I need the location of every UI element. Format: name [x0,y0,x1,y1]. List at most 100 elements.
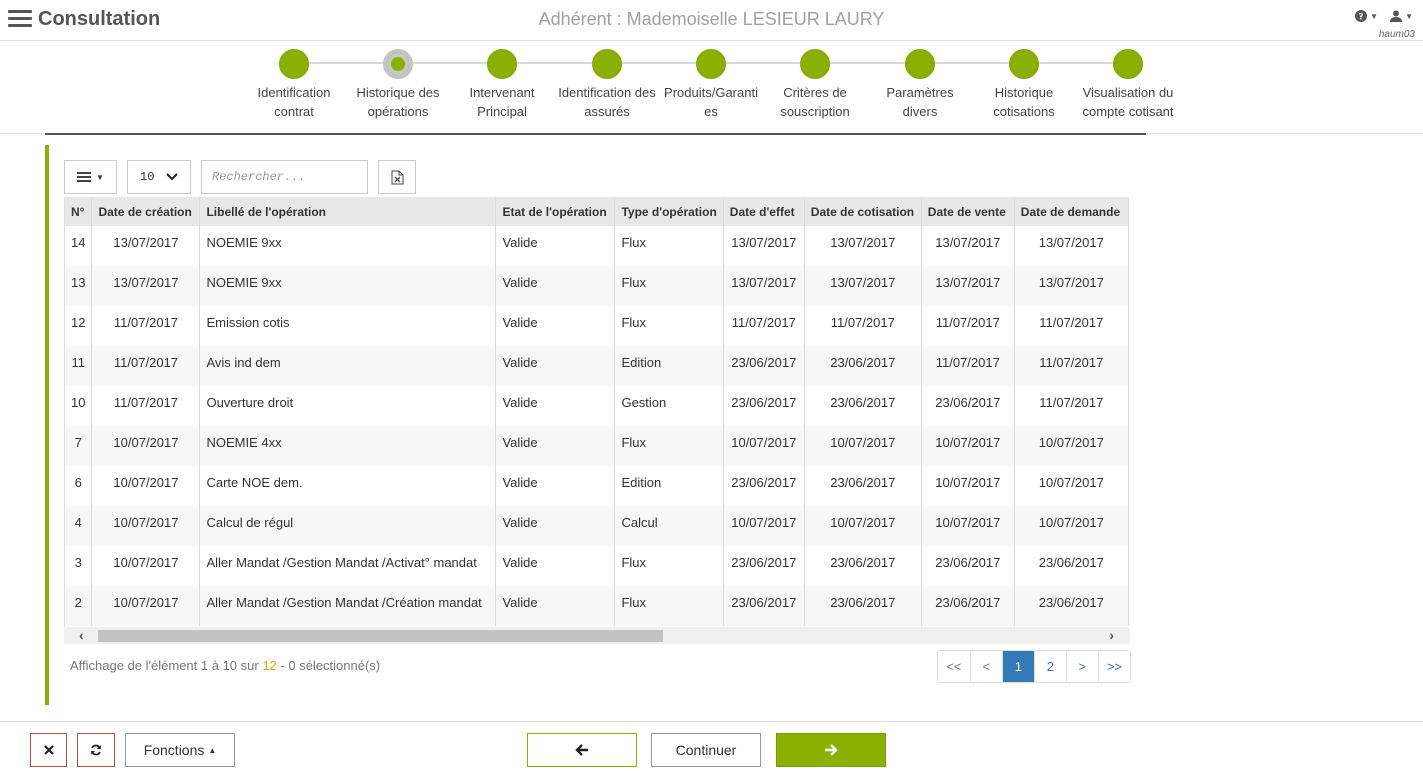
step-1[interactable]: Identification contrat [242,49,346,121]
table-info: Affichage de l'élément 1 à 10 sur 12 - 0… [70,658,380,673]
column-header[interactable]: Etat de l'opération [495,197,616,226]
pagination-page-1[interactable]: 1 [1001,651,1034,682]
table-row[interactable]: 3 10/07/2017 Aller Mandat /Gestion Mandat … [65,546,1129,586]
step-4[interactable]: Identification des assurés [555,49,659,121]
chevron-down-icon: ▼ [1405,11,1413,21]
table-cell: 11/07/2017 [91,306,201,346]
table-row[interactable]: 13 13/07/2017 NOEMIE 9xx Valide Flux 13/07/20… [65,266,1129,306]
table-cell: Gestion [614,386,724,426]
step-label: Identification contrat [242,83,346,121]
table-cell: 13/07/2017 [1014,226,1129,266]
table-cell: 23/06/2017 [723,466,805,506]
table-header-row: N° Date de création Libellé de l'opération… [65,197,1129,226]
step-dot [279,49,309,79]
refresh-button[interactable] [77,733,115,767]
table-row[interactable]: 12 11/07/2017 Emission cotis Valide Flux 11/0… [65,306,1129,346]
column-header[interactable]: Date de création [91,197,201,226]
table-cell: 11/07/2017 [804,306,922,346]
column-header[interactable]: Date de cotisation [804,197,922,226]
table-cell: 23/06/2017 [804,346,922,386]
next-button[interactable] [776,733,886,767]
previous-button[interactable] [527,733,637,767]
table-cell: 23/06/2017 [921,586,1015,626]
table-cell: Valide [495,546,616,586]
column-header[interactable]: Date de demande [1014,197,1129,226]
table-cell: Avis ind dem [199,346,497,386]
step-8[interactable]: Historique cotisations [972,49,1076,121]
close-button[interactable] [30,733,67,767]
column-visibility-button[interactable]: ▼ [64,160,117,194]
table-cell: Valide [495,426,616,466]
export-excel-button[interactable] [378,160,416,194]
table-row[interactable]: 7 10/07/2017 NOEMIE 4xx Valide Flux 10/07/201… [65,426,1129,466]
page-size-value: 10 [140,170,155,184]
table-row[interactable]: 6 10/07/2017 Carte NOE dem. Valide Edition 23… [65,466,1129,506]
fonctions-button[interactable]: Fonctions ▲ [125,733,235,767]
table-cell: 13/07/2017 [723,266,805,306]
column-header[interactable]: Type d'opération [614,197,724,226]
table-cell: Carte NOE dem. [199,466,497,506]
wizard-stepper: Identification contrat Historique des opéra… [242,41,1182,133]
table-row[interactable]: 4 10/07/2017 Calcul de régul Valide Calcul 10… [65,506,1129,546]
table-cell: 13/07/2017 [921,266,1015,306]
table-row[interactable]: 11 11/07/2017 Avis ind dem Valide Edition 23/… [65,346,1129,386]
page-size-select[interactable]: 10 [127,160,191,194]
continuer-button[interactable]: Continuer [651,733,761,767]
pagination-next[interactable]: > [1065,651,1098,682]
table-cell: NOEMIE 9xx [199,226,497,266]
caret-up-icon: ▲ [208,745,217,755]
step-9[interactable]: Visualisation du compte cotisant [1076,49,1180,121]
step-2[interactable]: Historique des opérations [346,49,450,121]
table-cell: 23/06/2017 [1014,586,1129,626]
step-7[interactable]: Paramètres divers [868,49,972,121]
step-label-line2: contrat [274,104,314,119]
table-cell: 23/06/2017 [723,586,805,626]
help-menu[interactable]: ? ▼ [1355,10,1378,22]
column-header[interactable]: Libellé de l'opération [199,197,497,226]
table-cell: 10/07/2017 [91,586,201,626]
table-row[interactable]: 10 11/07/2017 Ouverture droit Valide Gestion… [65,386,1129,426]
list-icon [77,170,92,184]
pagination-prev[interactable]: < [969,651,1002,682]
table-cell: Valide [495,266,616,306]
step-label: Visualisation du compte cotisant [1076,83,1180,121]
step-dot [383,49,413,79]
scrollbar-thumb[interactable] [98,630,663,642]
table-cell: 11/07/2017 [1014,386,1129,426]
pagination-page-2[interactable]: 2 [1033,651,1066,682]
table-cell: 10/07/2017 [91,466,201,506]
table-cell: 11/07/2017 [921,346,1015,386]
scroll-right-icon[interactable]: › [1109,627,1114,643]
step-5[interactable]: Produits/Garanti es [659,49,763,121]
table-row[interactable]: 2 10/07/2017 Aller Mandat /Gestion Mandat … [65,586,1129,626]
hamburger-menu-icon[interactable] [8,10,32,28]
step-label-line1: Intervenant [469,85,535,100]
pagination-last[interactable]: >> [1097,651,1130,682]
step-label-line1: Produits/Garanti [664,85,758,100]
table-cell: Valide [495,466,616,506]
table-row[interactable]: 14 13/07/2017 NOEMIE 9xx Valide Flux 13/07/20… [65,226,1129,266]
step-6[interactable]: Critères de souscription [763,49,867,121]
search-input[interactable] [201,160,368,194]
operations-table: N° Date de création Libellé de l'opération… [65,197,1129,626]
pagination-first[interactable]: << [938,651,970,682]
horizontal-scrollbar[interactable]: ‹ › [64,627,1130,644]
user-menu[interactable]: ▼ [1390,10,1413,22]
step-label-line1: Historique [994,85,1054,100]
info-total: 12 [262,658,277,673]
continuer-label: Continuer [675,742,737,758]
step-label-line2: Principal [477,104,527,119]
pagination: << < 1 2 > >> [936,650,1131,683]
step-label-line1: Historique des [356,85,440,100]
column-header[interactable]: N° [65,197,93,226]
table-cell: Flux [614,266,724,306]
chevron-down-icon: ▼ [96,172,104,182]
step-3[interactable]: Intervenant Principal [450,49,554,121]
scroll-left-icon[interactable]: ‹ [79,627,84,643]
table-cell: 10/07/2017 [1014,466,1129,506]
step-dot [800,49,830,79]
table-cell: 13/07/2017 [723,226,805,266]
table-cell: Edition [614,466,724,506]
column-header[interactable]: Date de vente [921,197,1015,226]
column-header[interactable]: Date d'effet [723,197,805,226]
